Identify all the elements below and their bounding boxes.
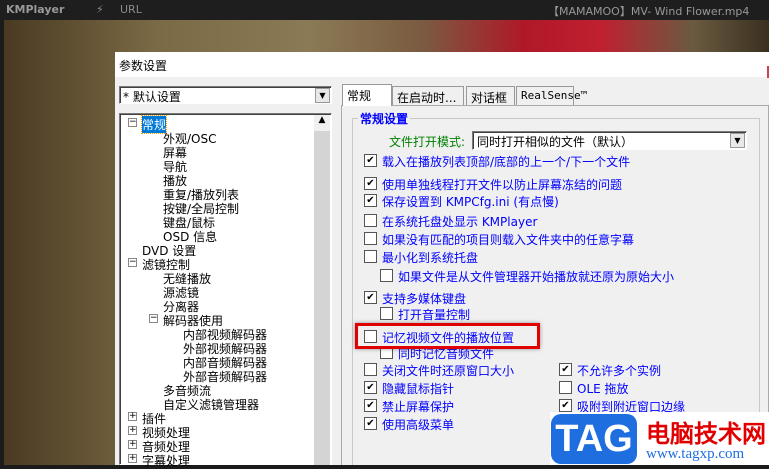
tree-item[interactable]: 多音频流 [120,382,315,398]
watermark-name: 电脑技术网 [646,420,766,448]
highlight-box [355,323,540,349]
expand-icon[interactable]: + [128,412,137,421]
preset-value: * 默认设置 [123,90,181,104]
tree-item[interactable]: − 常规 [120,115,315,134]
checkbox-unchecked[interactable] [380,307,393,320]
checkbox-unchecked[interactable] [364,232,377,245]
expand-icon[interactable]: + [128,426,137,435]
option-label: 支持多媒体键盘 [382,292,467,306]
watermark-logo: TAG [551,414,637,464]
checkbox-checked[interactable]: ✔ [364,194,377,207]
option-label: 保存设置到 KMPCfg.ini (有点慢) [382,195,559,209]
media-title: 【MAMAMOO】MV- Wind Flower.mp4 [548,5,750,18]
preset-dropdown[interactable]: * 默认设置 ▼ [119,86,332,104]
tab-general[interactable]: 常规 [342,84,392,106]
group-title: 常规设置 [358,110,411,127]
option-label: OLE 拖放 [577,382,629,396]
tree-item[interactable]: 自定义滤镜管理器 [120,396,315,412]
expand-icon[interactable]: + [128,454,137,463]
dialog-title: 参数设置 [115,52,769,77]
settings-tree[interactable]: ▲ − 常规 外观/OSC 屏幕 导航 播放 重复/播放列表 按键/全局控制 键盘/鼠标 OSD … [119,113,332,468]
option-label: 打开音量控制 [398,308,471,322]
option-label: 如果没有匹配的项目则载入文件夹中的任意字幕 [382,233,635,247]
tree-item[interactable]: 导航 [120,158,315,174]
tree-item[interactable]: 屏幕 [120,144,315,160]
option-label: 使用高级菜单 [382,418,455,432]
checkbox-checked[interactable]: ✔ [364,177,377,190]
tab-startup[interactable]: 在启动时... [392,86,464,105]
tree-item[interactable]: 外观/OSC [120,130,315,146]
file-open-mode-select[interactable]: 同时打开相似的文件（默认） ▼ [472,131,747,150]
tree-item[interactable]: OSD 信息 [120,228,315,244]
tree-item[interactable]: 无缝播放 [120,270,315,286]
checkbox-checked[interactable]: ✔ [364,417,377,430]
chevron-down-icon[interactable]: ▼ [315,88,330,103]
tree-item[interactable]: + 字幕处理 [120,452,315,468]
file-open-mode-value: 同时打开相似的文件（默认） [477,135,634,149]
tab-realsense[interactable]: RealSense™ [516,86,587,105]
tree-item-label: 字幕处理 [142,454,191,468]
app-menu[interactable]: KMPlayer [6,3,64,16]
watermark-url: www.tagxp.com [646,446,745,462]
checkbox-unchecked[interactable] [364,250,377,263]
option-label: 禁止屏幕保护 [382,400,455,414]
checkbox-unchecked[interactable] [559,381,572,394]
checkbox-unchecked[interactable] [364,363,377,376]
tree-item[interactable]: 重复/播放列表 [120,186,315,202]
checkbox-checked[interactable]: ✔ [364,399,377,412]
tree-item[interactable]: + 音频处理 [120,438,315,454]
checkbox-checked[interactable]: ✔ [559,399,572,412]
expand-icon[interactable]: + [128,440,137,449]
tree-item[interactable]: 内部音频解码器 [120,354,315,370]
tree-item[interactable]: DVD 设置 [120,242,315,258]
option-label: 如果文件是从文件管理器开始播放就还原为原始大小 [398,270,675,284]
checkbox-checked[interactable]: ✔ [364,291,377,304]
chevron-down-icon[interactable]: ▼ [730,133,745,148]
option-label: 隐藏鼠标指针 [382,382,455,396]
collapse-icon[interactable]: − [149,314,158,323]
checkbox-checked[interactable]: ✔ [364,154,377,167]
lightning-icon[interactable]: ⚡ [96,3,104,16]
tree-item[interactable]: 源滤镜 [120,284,315,300]
option-label: 最小化到系统托盘 [382,251,479,265]
checkbox-checked[interactable]: ✔ [364,381,377,394]
tree-item[interactable]: 播放 [120,172,315,188]
tree-item[interactable]: + 视频处理 [120,424,315,440]
tree-item[interactable]: 外部音频解码器 [120,368,315,384]
checkbox-unchecked[interactable] [364,214,377,227]
scroll-up-icon[interactable]: ▲ [314,115,330,131]
checkbox-checked[interactable]: ✔ [559,363,572,376]
tree-item[interactable]: 外部视频解码器 [120,340,315,356]
option-label: 关闭文件时还原窗口大小 [382,364,515,378]
option-label: 使用单独线程打开文件以防止屏幕冻结的问题 [382,178,623,192]
player-top-bar: KMPlayer ⚡ URL 【MAMAMOO】MV- Wind Flower.… [0,0,769,20]
tree-item[interactable]: 键盘/鼠标 [120,214,315,230]
tree-scrollbar[interactable]: ▲ [314,115,330,465]
tree-item[interactable]: 分离器 [120,298,315,314]
collapse-icon[interactable]: − [128,118,137,127]
tab-dialog[interactable]: 对话框 [466,86,515,105]
tree-item[interactable]: 按键/全局控制 [120,200,315,216]
tree-item[interactable]: − 解码器使用 [120,312,315,328]
file-open-mode-label: 文件打开模式: [389,135,466,149]
tree-item[interactable]: 内部视频解码器 [120,326,315,342]
watermark: TAG 电脑技术网 www.tagxp.com [550,412,769,465]
option-label: 在系统托盘处显示 KMPlayer [382,215,538,229]
checkbox-unchecked[interactable] [380,269,393,282]
option-label: 载入在播放列表顶部/底部的上一个/下一个文件 [382,155,631,169]
tree-item[interactable]: − 滤镜控制 [120,256,315,272]
url-button[interactable]: URL [120,3,142,16]
tree-item[interactable]: + 插件 [120,410,315,426]
option-label: 不允许多个实例 [577,364,662,378]
collapse-icon[interactable]: − [128,258,137,267]
